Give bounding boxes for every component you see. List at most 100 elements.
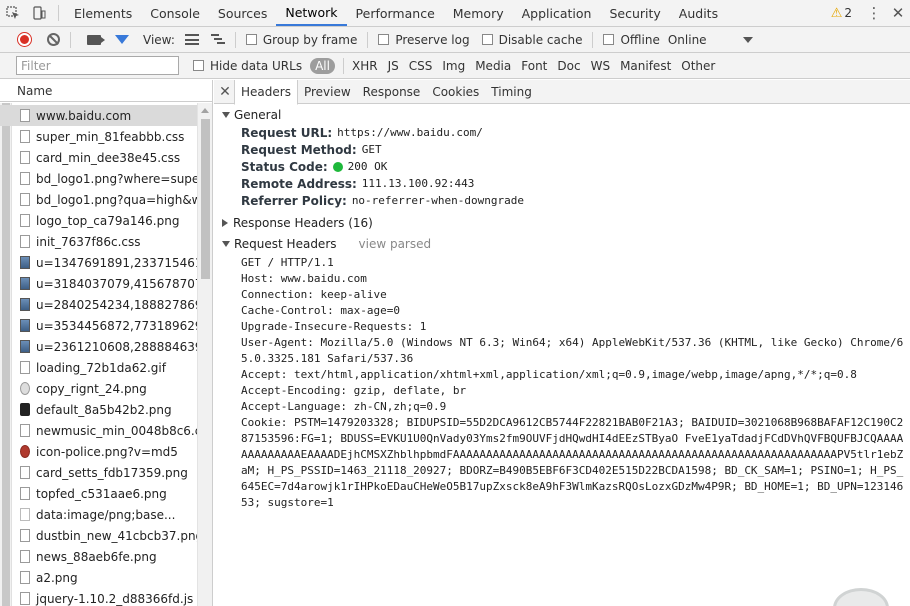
request-list-panel: Name www.baidu.com super_min_81feabbb.cs… bbox=[0, 80, 213, 606]
request-name: topfed_c531aae6.png bbox=[36, 486, 167, 501]
scrollbar-thumb[interactable] bbox=[201, 119, 210, 279]
checkbox-box[interactable] bbox=[193, 60, 204, 71]
request-row[interactable]: u=3534456872,7731896298&f... bbox=[0, 315, 197, 336]
filter-icon[interactable] bbox=[115, 35, 129, 44]
checkbox-box[interactable] bbox=[245, 34, 257, 45]
scroll-up-arrow-icon[interactable] bbox=[201, 108, 209, 113]
request-row[interactable]: init_7637f86c.css bbox=[0, 231, 197, 252]
request-row[interactable]: bd_logo1.png?where=super bbox=[0, 168, 197, 189]
request-row[interactable]: card_setts_fdb17359.png bbox=[0, 462, 197, 483]
request-row[interactable]: a2.png bbox=[0, 567, 197, 588]
detail-tab-bar: ✕ Headers Preview Response Cookies Timin… bbox=[214, 79, 910, 105]
screenshot-camera-icon[interactable] bbox=[87, 34, 105, 45]
request-row[interactable]: u=2361210608,2888846395&fm bbox=[0, 336, 197, 357]
detail-tab-response[interactable]: Response bbox=[357, 80, 427, 104]
preserve-log-checkbox[interactable]: Preserve log bbox=[378, 33, 470, 47]
tab-audits[interactable]: Audits bbox=[670, 0, 727, 26]
tab-separator bbox=[58, 5, 59, 21]
tab-security[interactable]: Security bbox=[600, 0, 669, 26]
overview-waterfall-icon[interactable] bbox=[210, 34, 225, 45]
type-filter-css[interactable]: CSS bbox=[409, 59, 433, 73]
image-file-icon bbox=[20, 466, 30, 479]
large-rows-icon[interactable] bbox=[184, 34, 199, 45]
group-by-frame-checkbox[interactable]: Group by frame bbox=[245, 33, 357, 47]
response-headers-title: Response Headers (16) bbox=[233, 216, 373, 230]
checkbox-box[interactable] bbox=[603, 34, 615, 45]
request-row[interactable]: icon-police.png?v=md5 bbox=[0, 441, 197, 462]
type-filter-other[interactable]: Other bbox=[681, 59, 715, 73]
type-filter-media[interactable]: Media bbox=[475, 59, 511, 73]
request-name: news_88aeb6fe.png bbox=[36, 549, 157, 564]
request-name: card_setts_fdb17359.png bbox=[36, 465, 188, 480]
request-row[interactable]: logo_top_ca79a146.png bbox=[0, 210, 197, 231]
type-filter-xhr[interactable]: XHR bbox=[352, 59, 378, 73]
clear-icon[interactable] bbox=[47, 33, 60, 46]
throttling-select[interactable]: Online bbox=[668, 33, 707, 47]
detail-tab-timing[interactable]: Timing bbox=[485, 80, 538, 104]
user-agent-line: User-Agent: Mozilla/5.0 (Windows NT 6.3;… bbox=[241, 336, 904, 365]
cookie-line: Cookie: PSTM=1479203328; BIDUPSID=55D2DC… bbox=[241, 416, 904, 509]
checkbox-box[interactable] bbox=[481, 34, 493, 45]
request-row[interactable]: topfed_c531aae6.png bbox=[0, 483, 197, 504]
type-filter-doc[interactable]: Doc bbox=[557, 59, 580, 73]
request-row[interactable]: news_88aeb6fe.png bbox=[0, 546, 197, 567]
request-headers-section-toggle[interactable]: Request Headers view parsed bbox=[214, 235, 910, 253]
disable-cache-checkbox[interactable]: Disable cache bbox=[481, 33, 582, 47]
filter-bar: Hide data URLs All XHR JS CSS Img Media … bbox=[0, 53, 910, 79]
tab-elements[interactable]: Elements bbox=[65, 0, 141, 26]
tab-console[interactable]: Console bbox=[141, 0, 209, 26]
request-row[interactable]: card_min_dee38e45.css bbox=[0, 147, 197, 168]
tab-memory[interactable]: Memory bbox=[444, 0, 513, 26]
close-detail-icon[interactable]: ✕ bbox=[216, 84, 234, 100]
detail-tab-headers[interactable]: Headers bbox=[234, 79, 298, 105]
request-row[interactable]: dustbin_new_41cbcb37.png bbox=[0, 525, 197, 546]
type-filter-ws[interactable]: WS bbox=[591, 59, 610, 73]
tab-sources[interactable]: Sources bbox=[209, 0, 276, 26]
request-row[interactable]: default_8a5b42b2.png bbox=[0, 399, 197, 420]
request-row[interactable]: u=1347691891,2337154616&fm bbox=[0, 252, 197, 273]
request-row[interactable]: u=3184037079,4156787072&fm bbox=[0, 273, 197, 294]
request-name: a2.png bbox=[36, 570, 78, 585]
type-filter-js[interactable]: JS bbox=[388, 59, 399, 73]
request-method-label: Request Method: bbox=[241, 142, 357, 157]
general-section-toggle[interactable]: General bbox=[214, 106, 910, 124]
request-row[interactable]: loading_72b1da62.gif bbox=[0, 357, 197, 378]
detail-tab-preview[interactable]: Preview bbox=[298, 80, 357, 104]
type-filter-all[interactable]: All bbox=[310, 57, 335, 74]
record-button[interactable] bbox=[18, 33, 31, 46]
remote-address-value: 111.13.100.92:443 bbox=[361, 177, 475, 190]
request-row[interactable]: super_min_81feabbb.css bbox=[0, 126, 197, 147]
view-parsed-link[interactable]: view parsed bbox=[359, 237, 432, 251]
filter-input[interactable] bbox=[16, 56, 179, 75]
status-ok-icon bbox=[332, 161, 343, 172]
close-devtools-icon[interactable]: ✕ bbox=[886, 4, 910, 22]
name-column-header[interactable]: Name bbox=[0, 80, 212, 102]
warnings-indicator[interactable]: ⚠ 2 bbox=[831, 6, 852, 21]
request-rows: www.baidu.com super_min_81feabbb.css car… bbox=[0, 105, 197, 606]
hide-data-urls-checkbox[interactable]: Hide data URLs bbox=[193, 59, 302, 73]
request-row[interactable]: copy_rignt_24.png bbox=[0, 378, 197, 399]
inspect-element-icon[interactable] bbox=[0, 0, 26, 26]
tab-application[interactable]: Application bbox=[513, 0, 601, 26]
detail-tab-cookies[interactable]: Cookies bbox=[426, 80, 485, 104]
type-filter-img[interactable]: Img bbox=[442, 59, 465, 73]
tab-performance[interactable]: Performance bbox=[347, 0, 444, 26]
request-list-scrollbar[interactable] bbox=[197, 103, 212, 606]
type-filter-font[interactable]: Font bbox=[521, 59, 547, 73]
thumbnail-image-icon bbox=[20, 319, 30, 332]
request-row[interactable]: data:image/png;base... bbox=[0, 504, 197, 525]
request-row[interactable]: newmusic_min_0048b8c6.css bbox=[0, 420, 197, 441]
more-options-icon[interactable]: ⋮ bbox=[862, 4, 886, 22]
tab-network[interactable]: Network bbox=[276, 0, 347, 26]
type-filter-manifest[interactable]: Manifest bbox=[620, 59, 671, 73]
hide-data-urls-label: Hide data URLs bbox=[210, 58, 303, 73]
device-toolbar-icon[interactable] bbox=[26, 0, 52, 26]
request-row[interactable]: u=2840254234,1888278695&fm bbox=[0, 294, 197, 315]
request-row[interactable]: www.baidu.com bbox=[0, 105, 197, 126]
offline-checkbox[interactable]: Offline bbox=[603, 33, 660, 47]
request-row[interactable]: jquery-1.10.2_d88366fd.js bbox=[0, 588, 197, 606]
checkbox-box[interactable] bbox=[378, 34, 390, 45]
response-headers-section-toggle[interactable]: Response Headers (16) bbox=[214, 214, 910, 232]
request-row[interactable]: bd_logo1.png?qua=high&where bbox=[0, 189, 197, 210]
chevron-down-icon[interactable] bbox=[742, 36, 753, 43]
